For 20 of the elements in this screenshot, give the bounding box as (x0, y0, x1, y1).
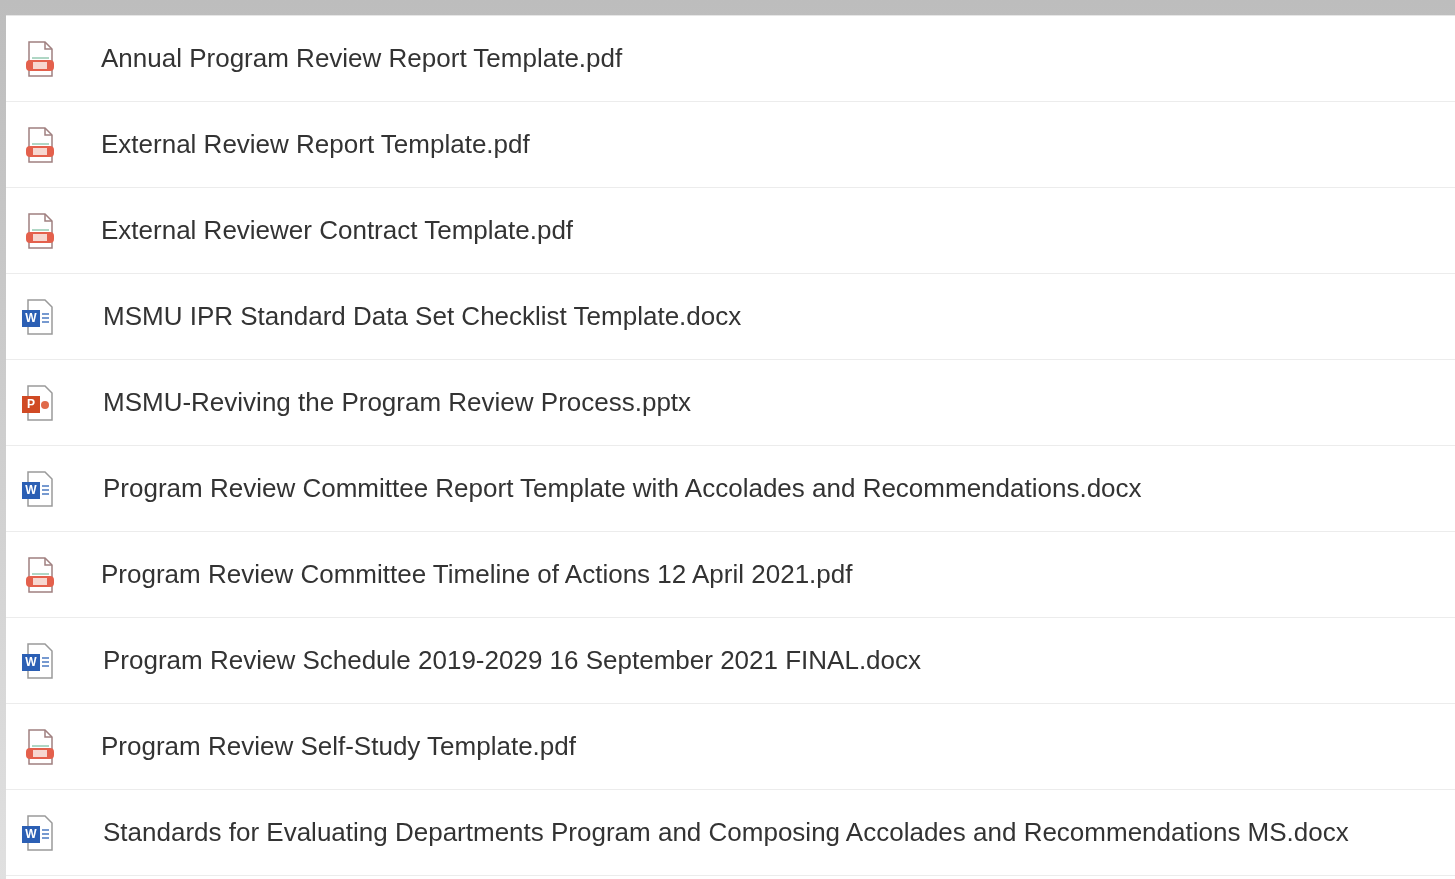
file-row[interactable]: W Program Review Schedule 2019-2029 16 September 2021 FINAL.docx (6, 618, 1455, 704)
file-row[interactable]: W Program Review Committee Report Template with Accolades and Recommendations.docx (6, 446, 1455, 532)
file-name: External Reviewer Contract Template.pdf (101, 214, 574, 247)
file-row[interactable]: P MSMU-Reviving the Program Review Process.pptx (6, 360, 1455, 446)
file-row[interactable]: Program Review Self-Study Template.pdf (6, 704, 1455, 790)
file-name: Program Review Committee Timeline of Actions 12 April 2021.pdf (101, 558, 853, 591)
file-name: Program Review Schedule 2019-2029 16 September 2021 FINAL.docx (103, 644, 922, 677)
file-row[interactable]: W Standards for Evaluating Departments Program and Composing Accolades and Recommendations MS.docx (6, 790, 1455, 876)
file-row[interactable]: External Reviewer Contract Template.pdf (6, 188, 1455, 274)
file-row[interactable]: W MSMU IPR Standard Data Set Checklist Template.docx (6, 274, 1455, 360)
file-name: Program Review Self-Study Template.pdf (101, 730, 576, 763)
file-name: Program Review Committee Report Template with Accolades and Recommendations.docx (103, 472, 1142, 505)
file-row[interactable]: External Review Report Template.pdf (6, 102, 1455, 188)
file-name: MSMU-Reviving the Program Review Process.pptx (103, 386, 692, 419)
file-name: External Review Report Template.pdf (101, 128, 530, 161)
file-name: Standards for Evaluating Departments Program and Composing Accolades and Recommendations MS.docx (103, 816, 1349, 849)
file-row[interactable]: Program Review Committee Timeline of Actions 12 April 2021.pdf (6, 532, 1455, 618)
file-name: Annual Program Review Report Template.pdf (101, 42, 623, 75)
file-name: MSMU IPR Standard Data Set Checklist Template.docx (103, 300, 742, 333)
file-row[interactable]: Annual Program Review Report Template.pdf (6, 16, 1455, 102)
